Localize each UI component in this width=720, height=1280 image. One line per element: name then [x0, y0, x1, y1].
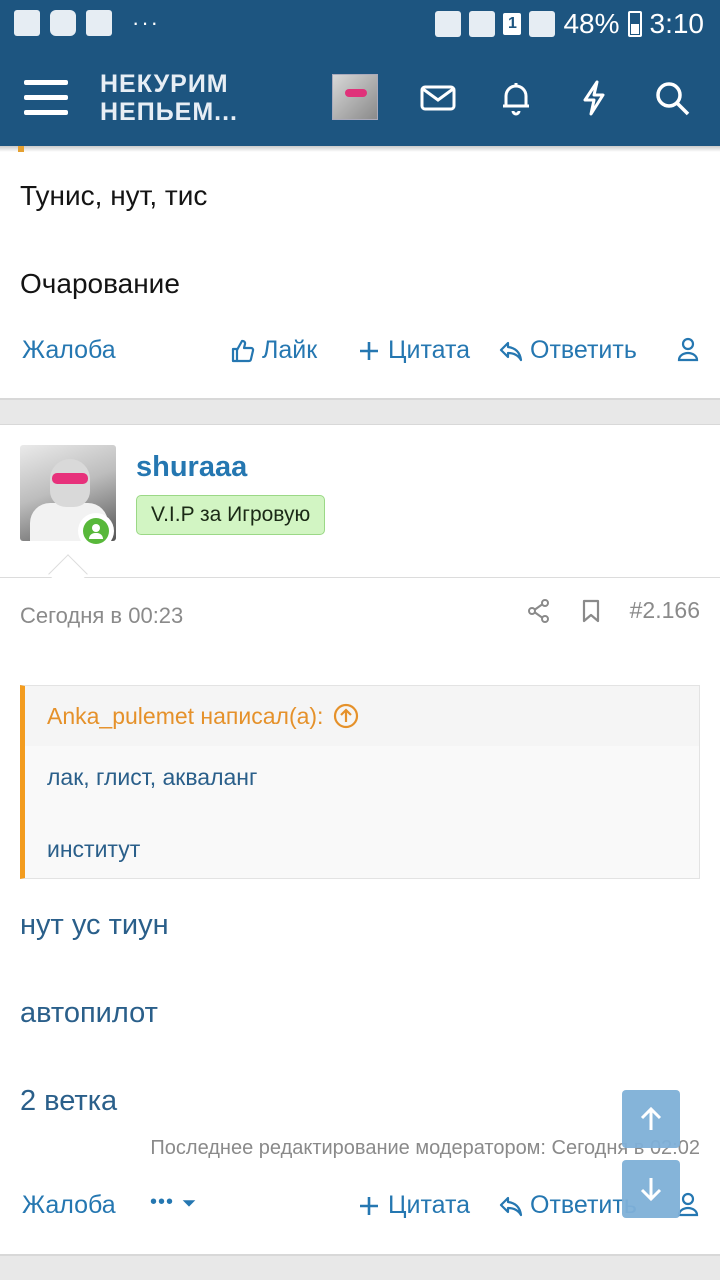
reply-icon: [499, 341, 523, 361]
author-username[interactable]: shuraaa: [136, 451, 247, 484]
plus-icon: [360, 341, 378, 360]
post-text-line: 2 ветка: [20, 1085, 118, 1117]
post-text-line: Тунис, нут, тис: [20, 180, 208, 211]
reply-label: Ответить: [530, 336, 637, 364]
sim-indicator: 1: [503, 13, 522, 35]
status-bar: ··· 1 48% 3:10: [0, 0, 720, 48]
quote-label: Цитата: [388, 1191, 471, 1219]
quote-button[interactable]: Цитата: [356, 1191, 470, 1220]
quote-line: институт: [47, 836, 141, 862]
logo-line-1: НЕКУРИМ: [100, 70, 229, 98]
logo-line-2: НЕПЬЕМ...: [100, 98, 239, 126]
like-label: Лайк: [262, 336, 318, 364]
reply-icon: [499, 1196, 523, 1216]
reply-button[interactable]: Ответить: [498, 1191, 637, 1220]
report-button[interactable]: Жалоба: [22, 336, 116, 365]
wifi-icon: [469, 11, 496, 37]
app-notification-icon: [86, 10, 112, 36]
bookmark-icon[interactable]: [578, 598, 604, 624]
more-actions-button[interactable]: •••: [150, 1191, 198, 1214]
arrow-down-icon: [640, 1178, 662, 1202]
post-text-line: нут ус тиун: [20, 909, 169, 941]
post-number[interactable]: #2.166: [630, 597, 700, 624]
app-header: НЕКУРИМ НЕПЬЕМ...: [0, 48, 720, 146]
user-avatar[interactable]: [332, 74, 378, 120]
quote-label: Цитата: [388, 336, 471, 364]
quote-author: Anka_pulemet написал(а):: [47, 702, 324, 729]
arrow-up-circle-icon[interactable]: [333, 703, 359, 729]
signal-icon: [529, 11, 556, 37]
mail-icon[interactable]: [418, 78, 458, 118]
battery-icon: [627, 11, 642, 37]
report-label: Жалоба: [22, 1191, 116, 1219]
report-button[interactable]: Жалоба: [22, 1191, 116, 1220]
like-button[interactable]: Лайк: [230, 336, 317, 365]
scroll-top-button[interactable]: [622, 1090, 680, 1148]
post-text-line: Очарование: [20, 268, 180, 299]
thumbs-up-icon: [231, 339, 255, 362]
battery-percent: 48%: [563, 8, 620, 39]
reply-label: Ответить: [530, 1191, 637, 1219]
more-label: •••: [150, 1191, 175, 1213]
post-timestamp[interactable]: Сегодня в 00:23: [20, 603, 183, 629]
quote-header[interactable]: Anka_pulemet написал(а):: [25, 686, 699, 746]
arrow-up-icon: [640, 1106, 662, 1130]
divider: [0, 577, 720, 578]
post-actions: Жалоба Лайк Цитата Ответить: [0, 336, 720, 376]
bell-icon[interactable]: [496, 78, 536, 118]
scroll-bottom-button[interactable]: [622, 1160, 680, 1218]
post-card: Тунис, нут, тис Очарование Жалоба Лайк Ц…: [0, 146, 720, 400]
youtube-notification-icon: [50, 10, 76, 36]
post-card: shuraaa V.I.P за Игровую Сегодня в 00:23…: [0, 424, 720, 1256]
post-actions: Жалоба ••• Цитата Ответить: [0, 1191, 720, 1231]
search-icon[interactable]: [652, 78, 692, 118]
menu-icon[interactable]: [24, 80, 68, 116]
lightning-icon[interactable]: [574, 78, 614, 118]
user-icon[interactable]: [676, 336, 700, 362]
quote-content: лак, глист, акваланг институт: [25, 746, 699, 878]
quote-line: лак, глист, акваланг: [47, 764, 258, 790]
plus-icon: [360, 1196, 378, 1215]
reply-button[interactable]: Ответить: [498, 336, 637, 365]
gallery-notification-icon: [14, 10, 40, 36]
more-notifications-icon: ···: [132, 10, 160, 35]
alarm-icon: [435, 11, 462, 37]
edited-note: Последнее редактирование модератором: Се…: [150, 1137, 700, 1159]
clock: 3:10: [649, 8, 705, 39]
online-status-icon: [78, 513, 114, 549]
quote-button[interactable]: Цитата: [356, 336, 470, 365]
share-icon[interactable]: [526, 598, 552, 624]
divider-caret: [48, 554, 88, 594]
user-title-badge: V.I.P за Игровую: [136, 495, 326, 535]
report-label: Жалоба: [22, 336, 116, 364]
quote-block: Anka_pulemet написал(а): лак, глист, акв…: [20, 685, 700, 879]
caret-down-icon: [182, 1199, 196, 1207]
site-logo[interactable]: НЕКУРИМ НЕПЬЕМ...: [100, 70, 238, 126]
post-text-line: автопилот: [20, 997, 158, 1029]
